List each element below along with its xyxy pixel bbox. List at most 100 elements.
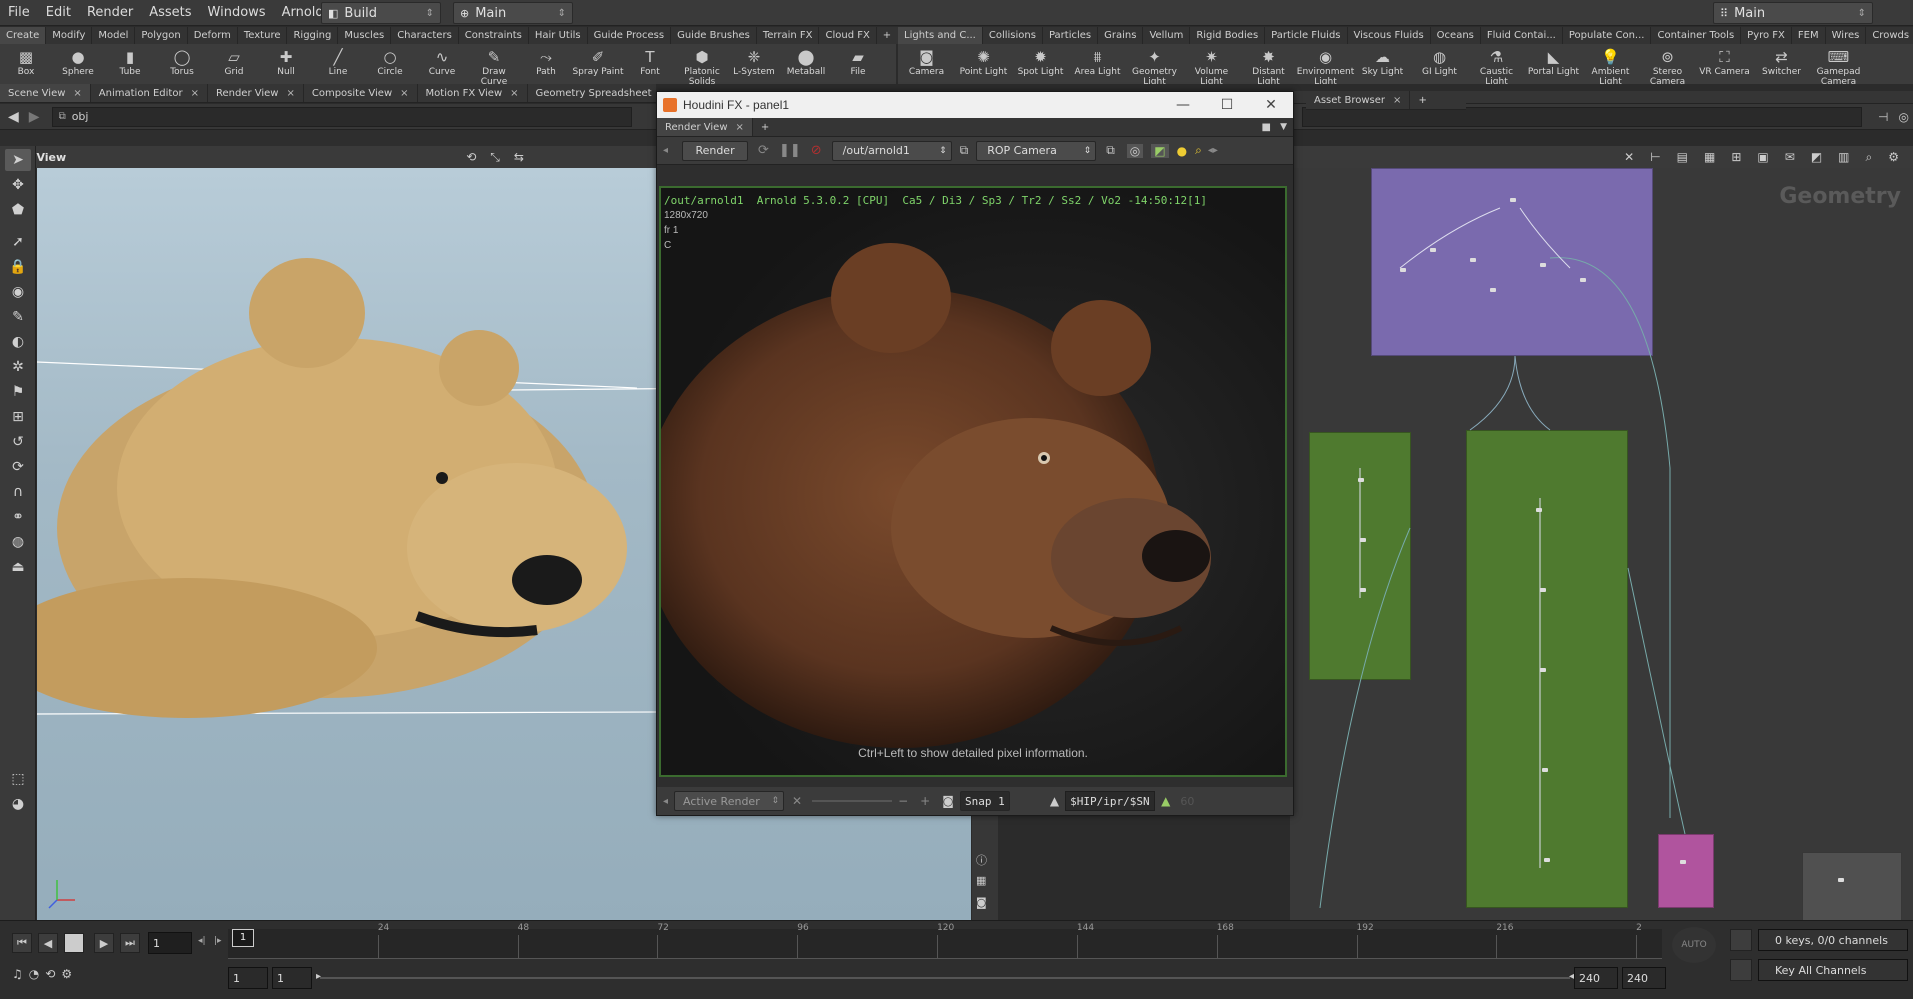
- menu-item-windows[interactable]: Windows: [200, 5, 274, 20]
- close-icon[interactable]: ×: [286, 88, 294, 99]
- shelf-tab[interactable]: Wires: [1826, 27, 1867, 44]
- gear-icon[interactable]: ✲: [5, 356, 31, 378]
- shelf-tab[interactable]: Terrain FX: [757, 27, 820, 44]
- tool-vr-camera[interactable]: ⛶ VR Camera: [1696, 44, 1753, 78]
- zoom-icon[interactable]: ⌕: [1195, 143, 1202, 158]
- stack-icon[interactable]: ▥: [1838, 150, 1849, 164]
- close-icon[interactable]: ×: [73, 88, 81, 99]
- close-icon[interactable]: ×: [191, 88, 199, 99]
- paint-icon[interactable]: ✎: [5, 306, 31, 328]
- back-arrow-icon[interactable]: ◀: [8, 109, 19, 125]
- sphere-display-icon[interactable]: ◕: [5, 793, 31, 815]
- note-icon[interactable]: ✉: [1785, 150, 1795, 164]
- more-icon[interactable]: ◂▸: [1208, 145, 1218, 156]
- help-icon[interactable]: ◎: [1898, 110, 1908, 124]
- tool-line[interactable]: ╱ Line: [312, 44, 364, 78]
- shelf-tab[interactable]: Constraints: [459, 27, 529, 44]
- pin-icon[interactable]: ⊣: [1878, 110, 1888, 124]
- tool-sky-light[interactable]: ☁ Sky Light: [1354, 44, 1411, 78]
- close-icon[interactable]: ×: [1393, 95, 1401, 106]
- camera-dolly-icon[interactable]: ⇆: [514, 150, 524, 164]
- maximize-button[interactable]: ☐: [1205, 92, 1249, 118]
- step-forward-icon[interactable]: |▸: [214, 936, 222, 946]
- add-tab-icon[interactable]: +: [753, 118, 777, 136]
- flag-icon[interactable]: ⚑: [5, 381, 31, 403]
- shelf-tab[interactable]: Viscous Fluids: [1348, 27, 1431, 44]
- tab-geometry-spreadsheet[interactable]: Geometry Spreadsheet×: [528, 84, 656, 102]
- add-shelf-tab-icon[interactable]: +: [880, 27, 894, 44]
- grid-toggle-icon[interactable]: ▦: [976, 874, 986, 887]
- keys-options-icon[interactable]: [1730, 929, 1752, 951]
- tool-box[interactable]: ▩ Box: [0, 44, 52, 78]
- lock-icon[interactable]: 🔒: [5, 256, 31, 278]
- tool-tube[interactable]: ▮ Tube: [104, 44, 156, 78]
- refresh-icon[interactable]: ⟳: [758, 143, 769, 158]
- tool-grid[interactable]: ▱ Grid: [208, 44, 260, 78]
- range-end-field-2[interactable]: 240: [1622, 967, 1666, 989]
- snapshot-icon[interactable]: ⧉: [1106, 143, 1115, 158]
- close-icon[interactable]: ×: [736, 122, 744, 133]
- image-icon[interactable]: ▣: [1757, 150, 1768, 164]
- tool-null[interactable]: ✚ Null: [260, 44, 312, 78]
- camera-pan-icon[interactable]: ⤡: [490, 150, 500, 165]
- link-icon[interactable]: ⚭: [5, 506, 31, 528]
- window-titlebar[interactable]: Houdini FX - panel1 — ☐ ✕: [657, 92, 1293, 118]
- tool-distant-light[interactable]: ✸ Distant Light: [1240, 44, 1297, 85]
- shelf-tab[interactable]: Populate Con...: [1563, 27, 1652, 44]
- shelf-tab[interactable]: Guide Brushes: [671, 27, 757, 44]
- tool-gamepad-camera[interactable]: ⌨ Gamepad Camera: [1810, 44, 1867, 85]
- tab-motion-fx-view[interactable]: Motion FX View ×: [418, 84, 528, 102]
- display-icon[interactable]: ⏏: [5, 556, 31, 578]
- camera-icon[interactable]: ◙: [976, 896, 987, 909]
- tree-icon[interactable]: ⊢: [1650, 150, 1660, 164]
- tool-file[interactable]: ▰ File: [832, 44, 884, 78]
- shelf-tab[interactable]: Create: [0, 27, 47, 44]
- shelf-tab[interactable]: Rigid Bodies: [1190, 27, 1266, 44]
- shelf-tab[interactable]: Characters: [391, 27, 459, 44]
- audio-icon[interactable]: ♫: [12, 967, 23, 989]
- shelf-tab[interactable]: Particles: [1043, 27, 1099, 44]
- tab-render-view[interactable]: Render View ×: [657, 118, 753, 136]
- tab-scene-view[interactable]: Scene View ×: [0, 84, 91, 102]
- shelf-tab[interactable]: Particle Fluids: [1265, 27, 1348, 44]
- plus-icon[interactable]: +: [920, 794, 930, 808]
- range-start-handle-icon[interactable]: ▸: [316, 971, 321, 982]
- tool-draw-curve[interactable]: ✎ Draw Curve: [468, 44, 520, 85]
- layout-icon[interactable]: ▦: [1704, 150, 1715, 164]
- view-tool-icon[interactable]: ➚: [5, 231, 31, 253]
- tool-platonic[interactable]: ⬢ Platonic Solids: [676, 44, 728, 85]
- frame-marker[interactable]: 1: [232, 929, 254, 947]
- shelf-tab[interactable]: Deform: [188, 27, 238, 44]
- snapshot-slider[interactable]: [812, 800, 893, 802]
- tool-spot-light[interactable]: ✹ Spot Light: [1012, 44, 1069, 78]
- play-icon[interactable]: ▶: [94, 933, 114, 953]
- shelf-tab[interactable]: Oceans: [1431, 27, 1481, 44]
- tool-caustic-light[interactable]: ⚗ Caustic Light: [1468, 44, 1525, 85]
- tool-volume-light[interactable]: ✷ Volume Light: [1183, 44, 1240, 85]
- tool-sphere[interactable]: ● Sphere: [52, 44, 104, 78]
- tool-circle[interactable]: ○ Circle: [364, 44, 416, 78]
- settings-icon[interactable]: ⚙: [61, 967, 72, 989]
- range-start-field-2[interactable]: 1: [272, 967, 312, 989]
- range-slider[interactable]: ▸ ◂: [316, 971, 1574, 982]
- collapse-icon[interactable]: ◂: [663, 796, 668, 807]
- snap-field[interactable]: Snap 1: [959, 791, 1010, 811]
- rotate-icon[interactable]: ⟳: [5, 456, 31, 478]
- shelf-tab[interactable]: Container Tools: [1651, 27, 1742, 44]
- rop-select[interactable]: /out/arnold1 ⇕: [831, 140, 952, 161]
- tool-geometry-light[interactable]: ✦ Geometry Light: [1126, 44, 1183, 85]
- handle-tool-icon[interactable]: ✥: [5, 174, 31, 196]
- close-icon[interactable]: ×: [400, 88, 408, 99]
- rop-options-icon[interactable]: ⧉: [960, 143, 969, 158]
- preview-icon[interactable]: ◩: [1151, 143, 1169, 158]
- shelf-tab[interactable]: Vellum: [1143, 27, 1191, 44]
- ipr-path-field[interactable]: $HIP/ipr/$SN: [1065, 791, 1156, 811]
- tools-icon[interactable]: ✕: [1624, 150, 1634, 164]
- grid-view-icon[interactable]: ⊞: [1731, 150, 1741, 164]
- globe-icon[interactable]: ◍: [5, 531, 31, 553]
- play-reverse-icon[interactable]: ◀: [38, 933, 58, 953]
- jump-start-icon[interactable]: ⏮: [12, 933, 32, 953]
- key-channels-icon[interactable]: [1730, 959, 1752, 981]
- shelf-tab[interactable]: Hair Utils: [529, 27, 588, 44]
- tool-font[interactable]: T Font: [624, 44, 676, 78]
